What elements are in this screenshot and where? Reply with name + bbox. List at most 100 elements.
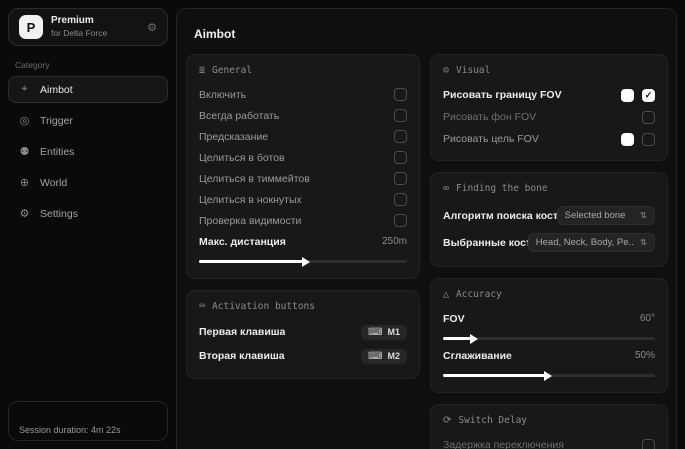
- card-activation-buttons: ⌨ Activation buttons Первая клавиша ⌨ M1…: [186, 290, 420, 379]
- setting-label: Рисовать фон FOV: [443, 111, 536, 123]
- page-title: Aimbot: [194, 27, 668, 41]
- setting-row: Проверка видимости ✓: [199, 210, 407, 231]
- section-header-accuracy: △ Accuracy: [443, 289, 655, 300]
- setting-label: Всегда работать: [199, 110, 279, 122]
- slider-label: FOV: [443, 313, 465, 325]
- section-header-activation: ⌨ Activation buttons: [199, 301, 407, 312]
- sidebar: P Premium for Delta Force ⚙ Category ⌖ A…: [0, 0, 176, 449]
- dropdown-value: Head, Neck, Body, Pe..: [536, 237, 634, 248]
- color-swatch[interactable]: [621, 133, 634, 146]
- setting-row: Рисовать цель FOV ✓: [443, 128, 655, 150]
- unfold-icon: ⇅: [640, 210, 647, 221]
- setting-label: Включить: [199, 89, 246, 101]
- setting-label: Задержка переключения: [443, 439, 564, 449]
- slider-value: 250m: [382, 236, 407, 247]
- card-switch-delay: ⟳ Switch Delay Задержка переключения ✓ З…: [430, 404, 668, 449]
- trigger-icon: ◎: [18, 114, 31, 127]
- setting-row: Рисовать фон FOV ✓: [443, 106, 655, 128]
- sliders-icon: ≣: [199, 65, 205, 76]
- setting-row: Целиться в нокнутых ✓: [199, 189, 407, 210]
- setting-label: Целиться в ботов: [199, 152, 285, 164]
- bone-icon: ∞: [443, 183, 449, 194]
- card-accuracy: △ Accuracy FOV 60° Сглаживание 50%: [430, 278, 668, 393]
- slider-row: Макс. дистанция 250m: [199, 231, 407, 252]
- checkbox[interactable]: ✓: [394, 109, 407, 122]
- checkbox[interactable]: ✓: [642, 111, 655, 124]
- crosshair-icon: ⌖: [18, 83, 31, 96]
- eye-icon: ⊙: [443, 65, 449, 76]
- keyboard-icon: ⌨: [199, 301, 205, 312]
- checkbox[interactable]: ✓: [394, 172, 407, 185]
- keybind-row: Первая клавиша ⌨ M1: [199, 320, 407, 344]
- slider-row: FOV 60°: [443, 308, 655, 329]
- card-finding-the-bone: ∞ Finding the bone Алгоритм поиска кости…: [430, 172, 668, 267]
- sidebar-item-settings[interactable]: ⚙ Settings: [8, 200, 168, 227]
- premium-subtitle: for Delta Force: [51, 28, 139, 39]
- slider-label: Макс. дистанция: [199, 236, 286, 248]
- globe-icon: ⊕: [18, 176, 31, 189]
- setting-label: Проверка видимости: [199, 215, 301, 227]
- keybind-badge[interactable]: ⌨ M2: [361, 349, 407, 364]
- slider-value: 60°: [640, 313, 655, 324]
- setting-label: Рисовать границу FOV: [443, 89, 562, 101]
- setting-row: Включить ✓: [199, 84, 407, 105]
- fov-slider[interactable]: [443, 337, 655, 340]
- smoothing-slider[interactable]: [443, 374, 655, 377]
- dropdown-label: Алгоритм поиска кости: [443, 210, 557, 222]
- keyboard-icon: ⌨: [368, 351, 382, 362]
- entities-icon: ⚉: [18, 145, 31, 158]
- slider-fill: [443, 337, 471, 340]
- sidebar-item-label: Entities: [40, 146, 74, 158]
- slider-label: Сглаживание: [443, 350, 512, 362]
- switch-icon: ⟳: [443, 415, 451, 426]
- sidebar-item-label: World: [40, 177, 67, 189]
- triangle-icon: △: [443, 289, 449, 300]
- keybind-label: Вторая клавиша: [199, 350, 285, 362]
- session-duration-text: Session duration: 4m 22s: [19, 425, 121, 435]
- slider-row: Сглаживание 50%: [443, 345, 655, 366]
- checkbox[interactable]: ✓: [394, 193, 407, 206]
- setting-label: Рисовать цель FOV: [443, 133, 539, 145]
- checkbox[interactable]: ✓: [642, 89, 655, 102]
- max-distance-slider[interactable]: [199, 260, 407, 263]
- dropdown-row: Алгоритм поиска кости Selected bone ⇅: [443, 202, 655, 229]
- selected-bones-dropdown[interactable]: Head, Neck, Body, Pe.. ⇅: [528, 233, 655, 252]
- section-header-visual: ⊙ Visual: [443, 65, 655, 76]
- sidebar-item-label: Settings: [40, 208, 78, 220]
- setting-label: Целиться в нокнутых: [199, 194, 302, 206]
- keybind-label: Первая клавиша: [199, 326, 285, 338]
- sidebar-item-entities[interactable]: ⚉ Entities: [8, 138, 168, 165]
- premium-card: P Premium for Delta Force ⚙: [8, 8, 168, 46]
- checkbox[interactable]: ✓: [394, 88, 407, 101]
- keybind-badge[interactable]: ⌨ M1: [361, 325, 407, 340]
- checkbox[interactable]: ✓: [394, 151, 407, 164]
- checkbox[interactable]: ✓: [394, 130, 407, 143]
- settings-icon: ⚙: [18, 207, 31, 220]
- card-visual: ⊙ Visual Рисовать границу FOV ✓ Рисовать…: [430, 54, 668, 161]
- app-logo: P: [19, 15, 43, 39]
- sidebar-item-aimbot[interactable]: ⌖ Aimbot: [8, 76, 168, 103]
- unfold-icon: ⇅: [640, 237, 647, 248]
- sidebar-item-trigger[interactable]: ◎ Trigger: [8, 107, 168, 134]
- checkbox[interactable]: ✓: [642, 439, 655, 449]
- checkbox[interactable]: ✓: [394, 214, 407, 227]
- main-panel: Aimbot ≣ General Включить ✓ Всегда работ…: [176, 8, 677, 449]
- bone-algorithm-dropdown[interactable]: Selected bone ⇅: [557, 206, 655, 225]
- color-swatch[interactable]: [621, 89, 634, 102]
- slider-fill: [199, 260, 303, 263]
- setting-row: Целиться в ботов ✓: [199, 147, 407, 168]
- section-header-switch-delay: ⟳ Switch Delay: [443, 415, 655, 426]
- section-header-general: ≣ General: [199, 65, 407, 76]
- session-card: Session duration: 4m 22s: [8, 401, 168, 441]
- dropdown-value: Selected bone: [565, 210, 626, 221]
- setting-label: Предсказание: [199, 131, 268, 143]
- keyboard-icon: ⌨: [368, 327, 382, 338]
- dropdown-label: Выбранные кости: [443, 237, 528, 249]
- checkbox[interactable]: ✓: [642, 133, 655, 146]
- sidebar-item-world[interactable]: ⊕ World: [8, 169, 168, 196]
- keybind-row: Вторая клавиша ⌨ M2: [199, 344, 407, 368]
- keybind-value: M1: [387, 327, 400, 337]
- card-general: ≣ General Включить ✓ Всегда работать ✓ П…: [186, 54, 420, 279]
- gear-icon[interactable]: ⚙: [147, 21, 157, 34]
- dropdown-row: Выбранные кости Head, Neck, Body, Pe.. ⇅: [443, 229, 655, 256]
